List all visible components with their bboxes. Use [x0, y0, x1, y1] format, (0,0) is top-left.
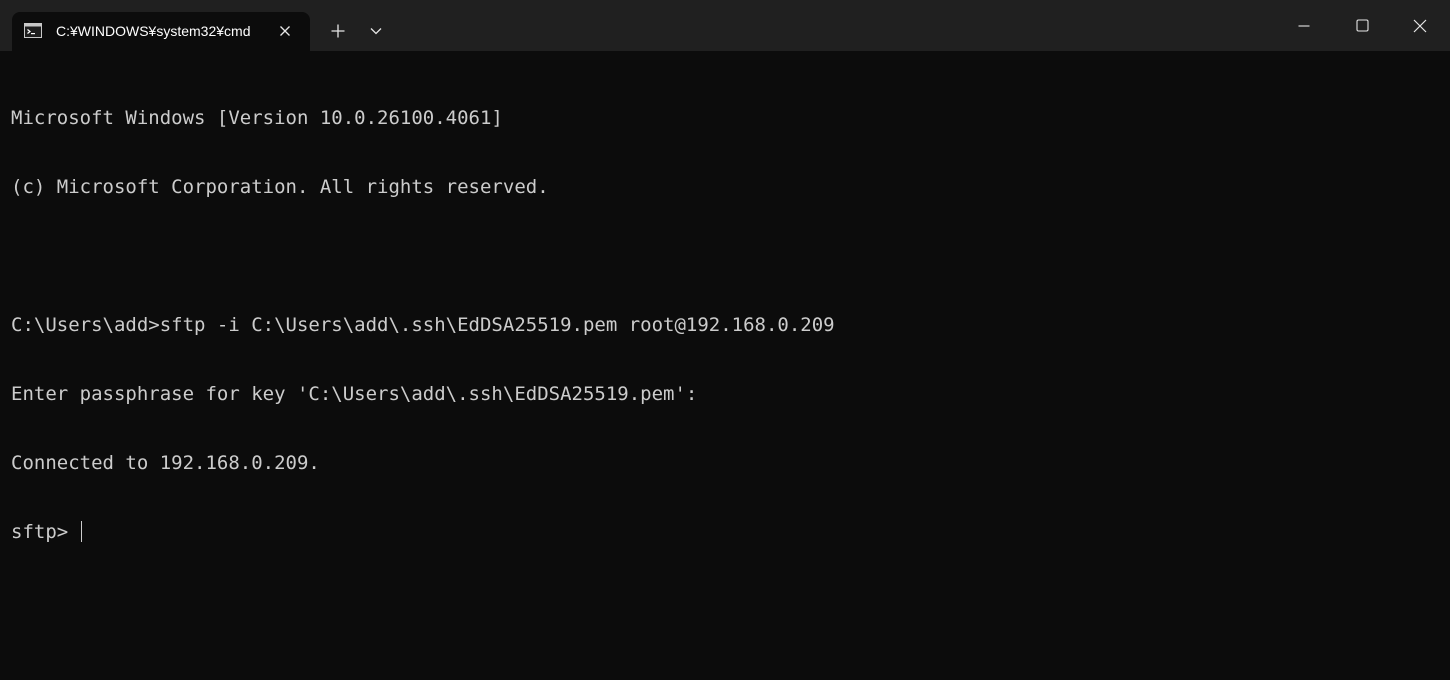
terminal-line: C:\Users\add>sftp -i C:\Users\add\.ssh\E…	[11, 314, 835, 336]
maximize-button[interactable]	[1333, 0, 1391, 51]
terminal-line: (c) Microsoft Corporation. All rights re…	[11, 176, 549, 198]
terminal-line: Microsoft Windows [Version 10.0.26100.40…	[11, 107, 503, 129]
minimize-icon	[1298, 24, 1310, 27]
close-window-button[interactable]	[1391, 0, 1449, 51]
terminal-icon	[24, 23, 42, 38]
tab-dropdown-button[interactable]	[360, 16, 392, 46]
title-bar[interactable]: C:¥WINDOWS¥system32¥cmd	[0, 0, 1450, 51]
sftp-prompt: sftp>	[11, 521, 80, 543]
chevron-down-icon	[370, 28, 382, 35]
plus-icon	[331, 24, 345, 38]
close-icon	[1413, 19, 1427, 32]
tab-title: C:¥WINDOWS¥system32¥cmd	[56, 23, 251, 39]
minimize-button[interactable]	[1275, 0, 1333, 51]
terminal-line: Connected to 192.168.0.209.	[11, 452, 320, 474]
terminal-line: Enter passphrase for key 'C:\Users\add\.…	[11, 383, 698, 405]
text-cursor	[80, 521, 82, 542]
terminal-output: Microsoft Windows [Version 10.0.26100.40…	[11, 61, 835, 590]
tab-cmd[interactable]: C:¥WINDOWS¥system32¥cmd	[12, 12, 310, 51]
close-icon	[280, 26, 290, 36]
prompt-line[interactable]: sftp>	[11, 521, 835, 544]
terminal-window: C:¥WINDOWS¥system32¥cmd Microsoft Window…	[0, 0, 1450, 680]
maximize-icon	[1355, 19, 1369, 32]
new-tab-button[interactable]	[322, 16, 354, 46]
terminal-area[interactable]: Microsoft Windows [Version 10.0.26100.40…	[0, 51, 1450, 680]
tab-close-button[interactable]	[274, 20, 296, 42]
